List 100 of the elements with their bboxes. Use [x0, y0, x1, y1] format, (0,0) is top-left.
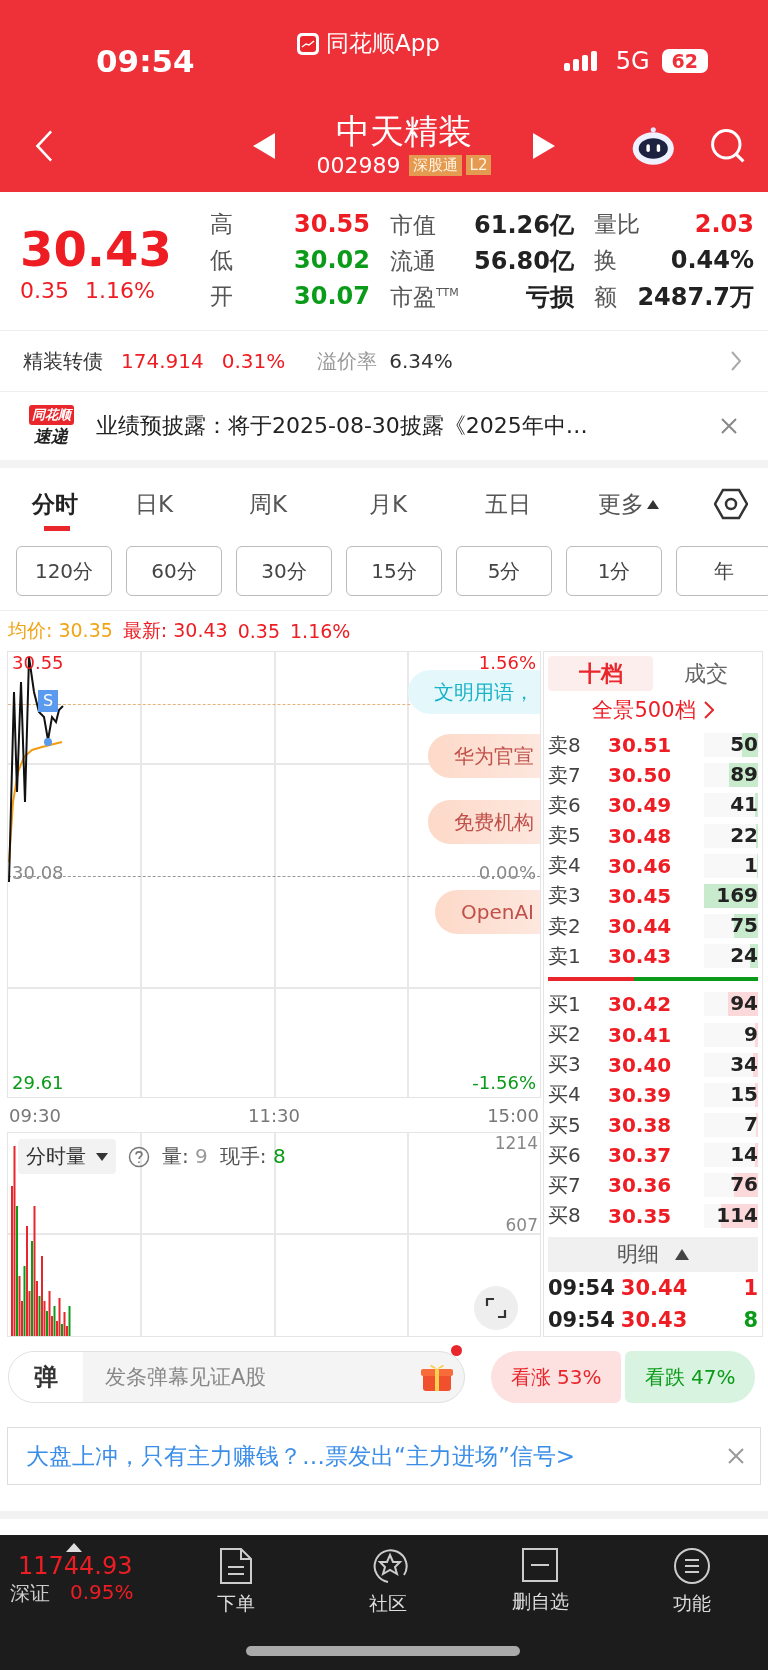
help-icon[interactable] [128, 1145, 150, 1168]
period-button[interactable]: 1分 [566, 546, 662, 596]
level-label: 买3 [548, 1051, 582, 1079]
app-name: 同花顺App [326, 29, 440, 58]
level-volume: 94 [730, 991, 758, 1016]
volume-dropdown[interactable]: 分时量 [18, 1139, 116, 1175]
average-price: 均价: 30.35 [8, 618, 113, 643]
danmaku-badge: 弹 [9, 1352, 83, 1402]
axis-label: 1.56% [478, 652, 536, 673]
nav-button[interactable]: 社区 [312, 1543, 464, 1617]
close-icon[interactable] [720, 417, 738, 435]
panorama-link[interactable]: 全景500档 [592, 696, 696, 725]
time-label: 15:00 [487, 1104, 539, 1126]
current-price: 30.43 [20, 219, 173, 278]
chart-tab[interactable]: 五日 [448, 468, 568, 540]
chart-tab[interactable]: 周K [208, 468, 328, 540]
stat-value: 30.55 [294, 210, 370, 238]
expand-icon [485, 1297, 507, 1319]
level-price: 30.39 [608, 1082, 673, 1107]
comment-bubble[interactable]: 免费机构 [428, 800, 540, 844]
level-price: 30.37 [608, 1143, 673, 1168]
news-headline[interactable]: 业绩预披露：将于2025-08-30披露《2025年中… [96, 411, 704, 441]
level-price: 30.41 [608, 1022, 673, 1047]
settings-icon[interactable] [714, 487, 748, 521]
caret-icon [675, 1248, 689, 1260]
level-label: 买4 [548, 1081, 582, 1109]
axis-label: 29.61 [12, 1072, 64, 1094]
stat-label: 市盈$^{TTM}$ [390, 283, 459, 312]
detail-toggle[interactable]: 明细 [548, 1236, 758, 1272]
level-price: 30.42 [608, 992, 673, 1017]
axis-label: -1.56% [472, 1072, 536, 1094]
latest-change: 0.35 [237, 620, 280, 642]
time-label: 11:30 [248, 1104, 300, 1126]
hand-reading: 现手: 8 [219, 1143, 286, 1171]
level-price: 30.49 [608, 793, 673, 818]
close-icon[interactable] [728, 1448, 744, 1464]
bond-row[interactable]: 精装转债 174.914 0.31% 溢价率 6.34% [0, 331, 768, 392]
comment-bubble[interactable]: 华为官宣 [428, 734, 540, 778]
time-label: 09:30 [9, 1104, 61, 1126]
level-price: 30.36 [608, 1173, 673, 1198]
chart-tab[interactable]: 月K [328, 468, 448, 540]
bond-change: 0.31% [221, 349, 286, 373]
level-volume: 89 [730, 762, 758, 787]
expand-button[interactable] [474, 1286, 518, 1330]
stat-label: 额 [594, 283, 617, 312]
level-price: 30.45 [608, 883, 673, 908]
level-volume: 9 [744, 1021, 758, 1046]
order-book-tab[interactable]: 成交 [653, 656, 758, 692]
level-volume: 14 [730, 1142, 758, 1167]
comment-input[interactable]: 发条弹幕见证A股 [83, 1365, 420, 1389]
stat-label: 换 [594, 246, 617, 275]
nav-button[interactable]: 功能 [616, 1543, 768, 1617]
level-label: 卖1 [548, 942, 582, 970]
stat-value: 56.80亿 [474, 246, 574, 277]
nav-button[interactable]: 删自选 [464, 1543, 616, 1615]
level-volume: 76 [730, 1172, 758, 1197]
stat-label: 低 [210, 246, 233, 275]
order-book-tab[interactable]: 十档 [548, 656, 653, 692]
level-label: 买1 [548, 990, 582, 1018]
period-button[interactable]: 年 [676, 546, 768, 596]
stat-label: 开 [210, 282, 233, 311]
level-volume: 114 [716, 1202, 758, 1227]
level-volume: 1 [744, 852, 758, 877]
stat-value: 亏损 [526, 282, 574, 313]
axis-label: 607 [505, 1215, 538, 1236]
stat-value: 0.44% [670, 246, 754, 274]
up-triangle-icon [66, 1543, 82, 1552]
level-label: 卖2 [548, 912, 582, 940]
level-label: 卖7 [548, 761, 582, 789]
trade-volume: 8 [743, 1307, 758, 1332]
previous-icon[interactable] [252, 133, 275, 159]
period-button[interactable]: 15分 [346, 546, 442, 596]
level-volume: 50 [730, 732, 758, 757]
period-button[interactable]: 30分 [236, 546, 332, 596]
price-change-percent: 1.16% [85, 277, 155, 303]
level-volume: 34 [730, 1051, 758, 1076]
trade-time: 09:54 [548, 1307, 615, 1332]
stat-label: 量比 [594, 210, 640, 239]
trade-price: 30.43 [620, 1307, 688, 1332]
chart-icon [296, 31, 320, 56]
period-button[interactable]: 120分 [16, 546, 112, 596]
level-volume: 75 [730, 913, 758, 938]
next-icon[interactable] [533, 133, 556, 159]
stat-value: 61.26亿 [474, 210, 574, 241]
sentiment-button[interactable]: 看涨 53% [491, 1351, 621, 1403]
level-volume: 15 [730, 1081, 758, 1106]
level-label: 买7 [548, 1171, 582, 1199]
nav-button[interactable]: 下单 [160, 1543, 312, 1617]
stock-code: 002989 [316, 152, 401, 178]
menu-icon [673, 1547, 711, 1585]
level-label: 买5 [548, 1111, 582, 1139]
level-volume: 7 [744, 1112, 758, 1137]
period-button[interactable]: 5分 [456, 546, 552, 596]
chart-tab[interactable]: 更多 [568, 468, 688, 540]
chart-tab[interactable]: 日K [100, 468, 208, 540]
premium-value: 6.34% [389, 349, 453, 373]
comment-bubble[interactable]: OpenAI [435, 890, 540, 934]
level-label: 卖3 [548, 882, 582, 910]
period-button[interactable]: 60分 [126, 546, 222, 596]
comment-field[interactable]: 弹 发条弹幕见证A股 [8, 1351, 465, 1403]
